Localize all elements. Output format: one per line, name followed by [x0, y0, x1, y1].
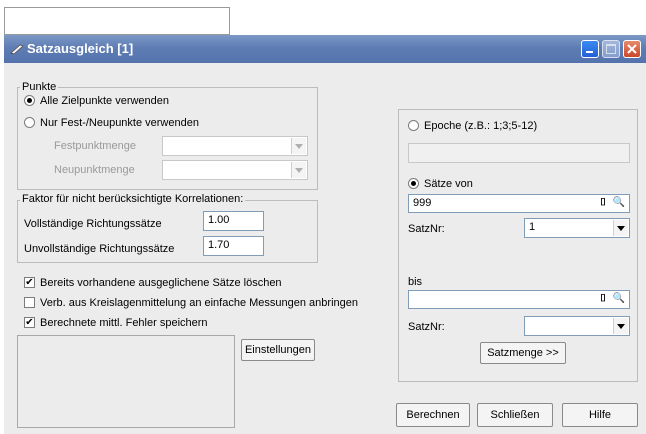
- festpunktmenge-label: Festpunktmenge: [54, 140, 136, 152]
- satznr-label: SatzNr:: [408, 223, 445, 235]
- pen-icon: [10, 44, 24, 55]
- von-table-icon[interactable]: ⌷: [595, 196, 611, 210]
- checkbox-delete-existing-label: Bereits vorhandene ausgeglichene Sätze l…: [40, 277, 282, 289]
- radio-all-targets[interactable]: [24, 95, 35, 106]
- satznr-value: 1: [529, 221, 536, 233]
- dialog-window: Satzausgleich [1] Punkte Alle Zielpunkte…: [4, 35, 646, 434]
- vollstaendige-label: Vollständige Richtungssätze: [24, 218, 162, 230]
- checkbox-apply-corrections[interactable]: [24, 297, 35, 308]
- dialog-client: Punkte Alle Zielpunkte verwenden Nur Fes…: [4, 63, 646, 434]
- bis-search-icon[interactable]: 🔍: [611, 292, 627, 306]
- info-panel: [17, 335, 235, 428]
- check-icon: ✔: [25, 317, 34, 328]
- neupunktmenge-combo[interactable]: [162, 160, 308, 180]
- festpunktmenge-combo[interactable]: [162, 136, 308, 156]
- window-title: Satzausgleich [1]: [27, 41, 134, 56]
- checkbox-save-errors[interactable]: ✔: [24, 317, 35, 328]
- vollstaendige-input[interactable]: 1.00: [203, 211, 264, 231]
- hilfe-button[interactable]: Hilfe: [562, 403, 638, 427]
- radio-epoche-label: Epoche (z.B.: 1;3;5-12): [424, 120, 538, 132]
- von-value: 999: [413, 197, 432, 209]
- radio-saetze-von-label: Sätze von: [424, 178, 473, 190]
- einstellungen-button[interactable]: Einstellungen: [241, 339, 315, 361]
- berechnen-button[interactable]: Berechnen: [396, 403, 470, 427]
- punkte-legend: Punkte: [20, 81, 59, 93]
- check-icon: ✔: [25, 277, 34, 288]
- satznr2-combo[interactable]: [524, 316, 630, 336]
- bis-label: bis: [408, 276, 423, 288]
- satznr-combo[interactable]: 1: [524, 218, 630, 238]
- epoche-input[interactable]: [408, 143, 630, 163]
- close-icon: [627, 44, 637, 54]
- radio-fixed-new-points-label: Nur Fest-/Neupunkte verwenden: [40, 117, 199, 129]
- radio-all-targets-label: Alle Zielpunkte verwenden: [40, 95, 170, 107]
- radio-epoche[interactable]: [408, 120, 419, 131]
- chevron-down-icon: [291, 162, 306, 178]
- minimize-icon: [586, 51, 593, 53]
- title-bar[interactable]: Satzausgleich [1]: [4, 35, 646, 63]
- satznr2-label: SatzNr:: [408, 321, 445, 333]
- radio-fixed-new-points[interactable]: [24, 117, 35, 128]
- unvollstaendige-input[interactable]: 1.70: [203, 236, 264, 256]
- checkbox-delete-existing[interactable]: ✔: [24, 277, 35, 288]
- von-search-icon[interactable]: 🔍: [611, 196, 627, 210]
- bis-table-icon[interactable]: ⌷: [595, 292, 611, 306]
- unvollstaendige-label: Unvollständige Richtungssätze: [24, 243, 175, 255]
- faktor-legend: Faktor für nicht berücksichtigte Korrela…: [20, 193, 246, 205]
- top-input-box[interactable]: [4, 7, 230, 35]
- satzmenge-button[interactable]: Satzmenge >>: [480, 342, 566, 364]
- schliessen-button[interactable]: Schließen: [477, 403, 553, 427]
- neupunktmenge-label: Neupunktmenge: [54, 164, 135, 176]
- close-button[interactable]: [623, 40, 641, 58]
- minimize-button[interactable]: [581, 40, 599, 58]
- radio-saetze-von[interactable]: [408, 178, 419, 189]
- chevron-down-icon: [613, 318, 628, 334]
- chevron-down-icon: [613, 220, 628, 236]
- checkbox-save-errors-label: Berechnete mittl. Fehler speichern: [40, 317, 208, 329]
- checkbox-apply-corrections-label: Verb. aus Kreislagenmittelung an einfach…: [40, 297, 358, 309]
- chevron-down-icon: [291, 138, 306, 154]
- maximize-button[interactable]: [602, 40, 620, 58]
- maximize-icon: [606, 44, 616, 54]
